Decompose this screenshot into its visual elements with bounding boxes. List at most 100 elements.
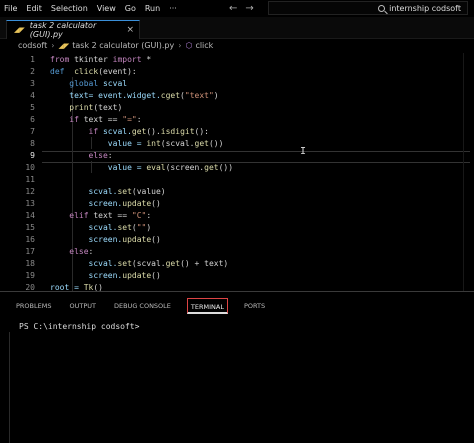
code-line[interactable]: 20 root = Tk() (0, 282, 474, 291)
code-token: get (194, 139, 209, 148)
code-token: () + text) (180, 259, 229, 268)
code-token: Tk (83, 283, 94, 291)
code-token: "=" (122, 115, 137, 124)
code-token: scval. (50, 259, 118, 268)
code-line[interactable]: 13 screen.update() (0, 198, 474, 210)
code-token: root = (50, 283, 84, 291)
code-text: screen.update() (50, 198, 161, 210)
tab-debug-console[interactable]: DEBUG CONSOLE (112, 298, 173, 314)
code-line[interactable]: 6 if text == "=": (0, 114, 474, 126)
code-token: scval. (50, 223, 118, 232)
code-line[interactable]: 10 value = eval(screen.get()) (0, 162, 474, 174)
tab-terminal[interactable]: TERMINAL (186, 298, 228, 314)
code-token: screen. (50, 271, 123, 280)
nav-arrows: ← → (229, 0, 254, 17)
code-text: value = eval(screen.get()) (50, 162, 233, 174)
breadcrumb: codsoft › ◢◤ task 2 calculator (GUI).py … (0, 39, 474, 53)
code-line[interactable]: 7 if scval.get().isdigit(): (0, 126, 474, 138)
code-line[interactable]: 18 scval.set(scval.get() + text) (0, 258, 474, 270)
code-token: set (117, 223, 132, 232)
code-text: if text == "=": (50, 114, 142, 126)
tab-output[interactable]: OUTPUT (67, 298, 98, 314)
command-center-search[interactable]: internship codsoft (268, 1, 468, 15)
code-token: scval (98, 79, 128, 88)
terminal-prompt[interactable]: PS C:\internship codsoft> (19, 322, 139, 331)
code-token: ()) (208, 139, 224, 148)
menu-run[interactable]: Run (145, 0, 160, 17)
breadcrumb-folder[interactable]: codsoft (18, 39, 47, 53)
code-editor[interactable]: I 1 from tkinter import * 2 def click(event… (0, 53, 474, 291)
code-token: () (151, 271, 161, 280)
breadcrumb-symbol[interactable]: click (195, 39, 213, 53)
code-token: if (69, 115, 79, 124)
code-line[interactable]: 16 screen.update() (0, 234, 474, 246)
code-line[interactable]: 3 global scval (0, 78, 474, 90)
code-token: if (88, 127, 99, 136)
tab-problems[interactable]: PROBLEMS (14, 298, 53, 314)
line-number: 20 (25, 283, 35, 291)
code-line[interactable]: 8 value = int(scval.get()) (0, 138, 474, 150)
breadcrumb-file[interactable]: task 2 calculator (GUI).py (72, 39, 174, 53)
code-text: scval.set("") (50, 222, 152, 234)
bottom-panel: PROBLEMS OUTPUT DEBUG CONSOLE TERMINAL P… (0, 291, 474, 443)
menu-file[interactable]: File (4, 0, 17, 17)
forward-arrow-icon[interactable]: → (245, 3, 253, 14)
code-token: int (146, 139, 161, 148)
code-token: (screen. (165, 163, 205, 172)
code-token: () (93, 283, 103, 291)
code-token: ) (213, 91, 219, 100)
code-line[interactable]: 17 else: (0, 246, 474, 258)
line-number: 8 (30, 139, 35, 148)
code-token: text == (78, 115, 123, 124)
code-token: update (122, 235, 152, 244)
code-text: print(text) (50, 102, 122, 114)
code-line[interactable]: 12 scval.set(value) (0, 186, 474, 198)
code-text: screen.update() (50, 270, 161, 282)
code-line[interactable]: 5 print(text) (0, 102, 474, 114)
back-arrow-icon[interactable]: ← (229, 3, 237, 14)
tab-ports[interactable]: PORTS (242, 298, 267, 314)
code-line[interactable]: 2 def click(event): (0, 66, 474, 78)
editor-tab[interactable]: ◢◤ task 2 calculator (GUI).py × (6, 20, 140, 39)
code-line[interactable]: 15 scval.set("") (0, 222, 474, 234)
line-number: 4 (30, 91, 35, 100)
editor-tab-bar: ◢◤ task 2 calculator (GUI).py × (0, 17, 474, 39)
code-token: tkinter (69, 55, 113, 64)
code-line[interactable]: 14 elif text == "C": (0, 210, 474, 222)
code-token: : (107, 151, 113, 160)
code-token: (): (194, 127, 209, 136)
menu-view[interactable]: View (97, 0, 116, 17)
code-token: : (146, 211, 152, 220)
code-token: "C" (131, 211, 147, 220)
code-text: value = int(scval.get()) (50, 138, 224, 150)
code-token: (value) (131, 187, 166, 196)
code-text: text= event.widget.cget("text") (50, 90, 219, 102)
code-line[interactable]: 9 else: (0, 150, 474, 162)
code-token: screen. (50, 199, 123, 208)
code-token: (). (146, 127, 161, 136)
code-line[interactable]: 4 text= event.widget.cget("text") (0, 90, 474, 102)
code-token: set (117, 187, 132, 196)
code-line[interactable]: 1 from tkinter import * (0, 54, 474, 66)
menu-go[interactable]: Go (125, 0, 136, 17)
code-token: scval. (98, 127, 132, 136)
code-text: global scval (50, 78, 127, 90)
menu-edit[interactable]: Edit (26, 0, 42, 17)
code-token: : (136, 115, 142, 124)
close-icon[interactable]: × (126, 25, 134, 35)
menu-more[interactable]: ··· (169, 0, 177, 17)
code-line[interactable]: 19 screen.update() (0, 270, 474, 282)
search-icon (378, 4, 386, 12)
code-token: import (112, 55, 142, 64)
code-text: if scval.get().isdigit(): (50, 126, 209, 138)
menu-selection[interactable]: Selection (51, 0, 88, 17)
code-token: () (151, 235, 161, 244)
code-line[interactable]: 11 (0, 174, 474, 186)
panel-tabs: PROBLEMS OUTPUT DEBUG CONSOLE TERMINAL P… (0, 298, 267, 314)
